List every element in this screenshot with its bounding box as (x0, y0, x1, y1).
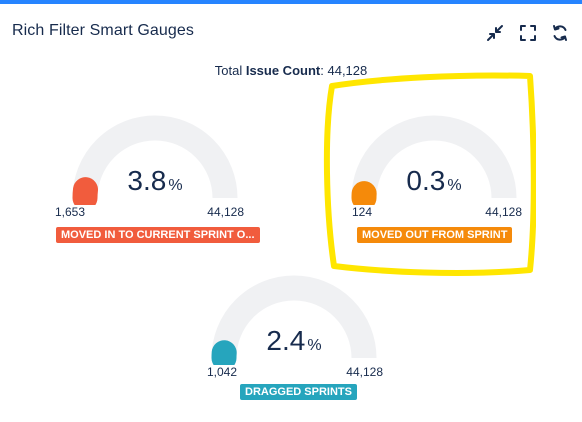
gauge-value-number: 3.8 (127, 165, 167, 196)
gadget-header: Rich Filter Smart Gauges (0, 4, 582, 60)
gauge-max: 44,128 (207, 205, 244, 219)
gauge-max: 44,128 (346, 365, 383, 379)
gauge-dragged-sprints[interactable]: 2.4% 1,042 44,128 (194, 265, 394, 395)
gauge-percent-sign: % (307, 337, 322, 354)
fullscreen-icon (520, 25, 536, 41)
gauge-gadget: Rich Filter Smart Gauges Total Issue Cou… (0, 0, 582, 422)
gauge-percent-sign: % (168, 177, 183, 194)
gauge-label-badge[interactable]: DRAGGED SPRINTS (240, 384, 357, 400)
total-prefix: Total (214, 63, 246, 78)
gauge-min: 1,653 (55, 205, 86, 219)
gauge-value: 3.8% (55, 165, 255, 197)
fullscreen-button[interactable] (517, 22, 539, 44)
minimize-button[interactable] (484, 22, 506, 44)
gauge-label-badge[interactable]: MOVED IN TO CURRENT SPRINT O... (56, 227, 260, 243)
gauge-min: 1,042 (207, 365, 238, 379)
refresh-icon (553, 25, 567, 41)
refresh-button[interactable] (549, 22, 571, 44)
gadget-title: Rich Filter Smart Gauges (12, 22, 195, 39)
minimize-icon (487, 25, 503, 41)
highlight-marker-annotation (323, 72, 536, 276)
gauge-moved-in[interactable]: 3.8% 1,653 44,128 (55, 105, 255, 235)
gauge-value: 2.4% (194, 325, 394, 357)
gauge-value-number: 2.4 (266, 325, 306, 356)
total-label: Issue Count (245, 63, 321, 78)
